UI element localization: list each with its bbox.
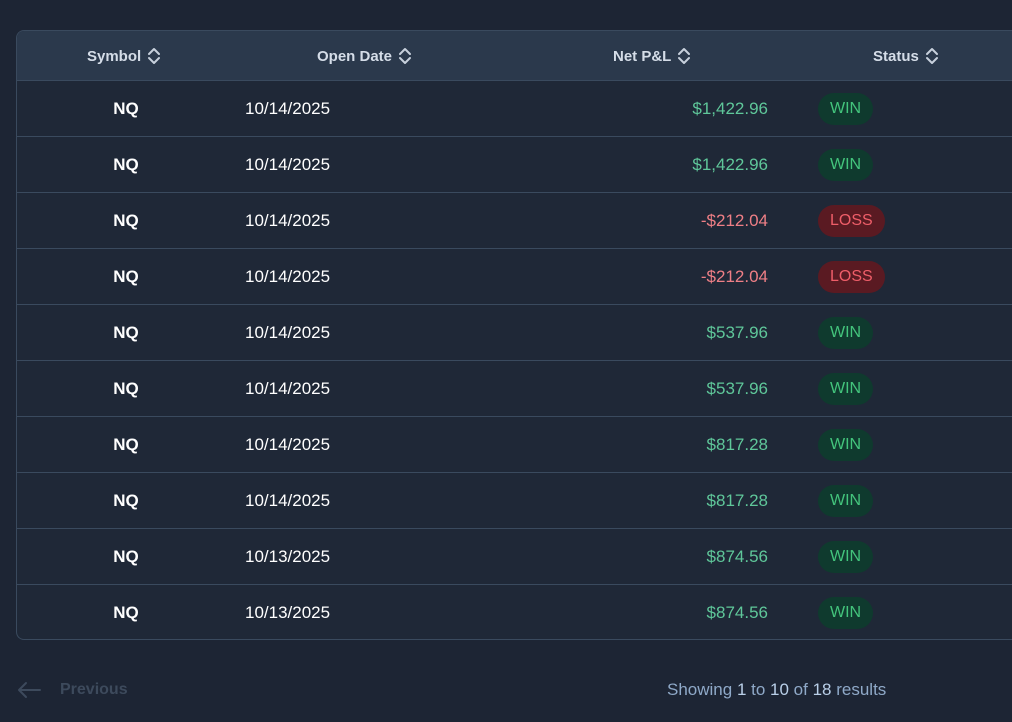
to-word: to <box>746 680 771 699</box>
status-cell: WIN <box>818 473 874 528</box>
table-row[interactable]: NQ 10/14/2025 -$212.04 LOSS <box>17 193 1012 249</box>
table-row[interactable]: NQ 10/14/2025 $817.28 WIN <box>17 473 1012 529</box>
symbol-cell: NQ <box>113 266 139 286</box>
net-pnl-cell: $1,422.96 <box>692 98 768 118</box>
open-date-cell: 10/14/2025 <box>245 210 331 230</box>
table-header: Symbol Open Date Net P&L Status <box>17 31 1012 81</box>
open-date-cell: 10/13/2025 <box>245 602 331 622</box>
status-cell: WIN <box>818 585 874 639</box>
status-badge: WIN <box>818 484 874 517</box>
column-header-symbol[interactable]: Symbol <box>87 31 161 81</box>
open-date-cell: 10/14/2025 <box>245 490 331 510</box>
showing-prefix: Showing <box>667 680 737 699</box>
total-results: 18 <box>812 680 832 699</box>
open-date-cell: 10/14/2025 <box>245 98 331 118</box>
results-suffix: results <box>831 680 887 699</box>
results-summary: Showing 1 to 10 of 18 results <box>667 672 886 708</box>
table-row[interactable]: NQ 10/13/2025 $874.56 WIN <box>17 529 1012 585</box>
status-badge: LOSS <box>818 260 885 293</box>
open-date-cell: 10/14/2025 <box>245 378 331 398</box>
open-date-cell: 10/14/2025 <box>245 322 331 342</box>
status-badge: WIN <box>818 372 874 405</box>
status-badge: WIN <box>818 316 874 349</box>
column-header-label: Status <box>873 47 919 65</box>
status-cell: LOSS <box>818 249 885 304</box>
column-header-status[interactable]: Status <box>873 31 939 81</box>
table-row[interactable]: NQ 10/14/2025 $1,422.96 WIN <box>17 81 1012 137</box>
symbol-cell: NQ <box>113 154 139 174</box>
status-badge: WIN <box>818 540 874 573</box>
symbol-cell: NQ <box>113 210 139 230</box>
status-cell: WIN <box>818 417 874 472</box>
open-date-cell: 10/14/2025 <box>245 434 331 454</box>
table-row[interactable]: NQ 10/14/2025 $1,422.96 WIN <box>17 137 1012 193</box>
column-header-net-pnl[interactable]: Net P&L <box>613 31 691 81</box>
previous-button[interactable]: Previous <box>16 672 128 708</box>
net-pnl-cell: $817.28 <box>706 434 768 454</box>
sort-updown-icon[interactable] <box>925 46 939 66</box>
net-pnl-cell: $537.96 <box>706 322 768 342</box>
status-badge: WIN <box>818 92 874 125</box>
table-row[interactable]: NQ 10/14/2025 $537.96 WIN <box>17 361 1012 417</box>
net-pnl-cell: $874.56 <box>706 602 768 622</box>
status-cell: WIN <box>818 529 874 584</box>
sort-updown-icon[interactable] <box>398 46 412 66</box>
net-pnl-cell: -$212.04 <box>700 210 768 230</box>
sort-updown-icon[interactable] <box>147 46 161 66</box>
symbol-cell: NQ <box>113 546 139 566</box>
net-pnl-cell: $817.28 <box>706 490 768 510</box>
open-date-cell: 10/14/2025 <box>245 266 331 286</box>
status-cell: WIN <box>818 137 874 192</box>
symbol-cell: NQ <box>113 98 139 118</box>
status-badge: WIN <box>818 428 874 461</box>
net-pnl-cell: $1,422.96 <box>692 154 768 174</box>
table-row[interactable]: NQ 10/14/2025 $817.28 WIN <box>17 417 1012 473</box>
net-pnl-cell: $537.96 <box>706 378 768 398</box>
status-cell: WIN <box>818 81 874 136</box>
status-cell: WIN <box>818 305 874 360</box>
sort-updown-icon[interactable] <box>677 46 691 66</box>
symbol-cell: NQ <box>113 490 139 510</box>
status-cell: LOSS <box>818 193 885 248</box>
status-badge: LOSS <box>818 204 885 237</box>
symbol-cell: NQ <box>113 602 139 622</box>
table-row[interactable]: NQ 10/14/2025 -$212.04 LOSS <box>17 249 1012 305</box>
symbol-cell: NQ <box>113 378 139 398</box>
net-pnl-cell: $874.56 <box>706 546 768 566</box>
status-badge: WIN <box>818 596 874 629</box>
arrow-left-icon <box>16 680 42 700</box>
table-row[interactable]: NQ 10/13/2025 $874.56 WIN <box>17 585 1012 639</box>
open-date-cell: 10/14/2025 <box>245 154 331 174</box>
open-date-cell: 10/13/2025 <box>245 546 331 566</box>
net-pnl-cell: -$212.04 <box>700 266 768 286</box>
trades-table: Symbol Open Date Net P&L Status NQ 10/14/… <box>16 30 1012 640</box>
range-to: 10 <box>770 680 789 699</box>
of-word: of <box>788 680 813 699</box>
status-badge: WIN <box>818 148 874 181</box>
column-header-label: Symbol <box>87 47 142 65</box>
column-header-open-date[interactable]: Open Date <box>317 31 412 81</box>
column-header-label: Net P&L <box>613 47 672 65</box>
symbol-cell: NQ <box>113 322 139 342</box>
symbol-cell: NQ <box>113 434 139 454</box>
table-row[interactable]: NQ 10/14/2025 $537.96 WIN <box>17 305 1012 361</box>
previous-label: Previous <box>60 681 128 698</box>
status-cell: WIN <box>818 361 874 416</box>
range-from: 1 <box>736 680 747 699</box>
column-header-label: Open Date <box>317 47 393 65</box>
